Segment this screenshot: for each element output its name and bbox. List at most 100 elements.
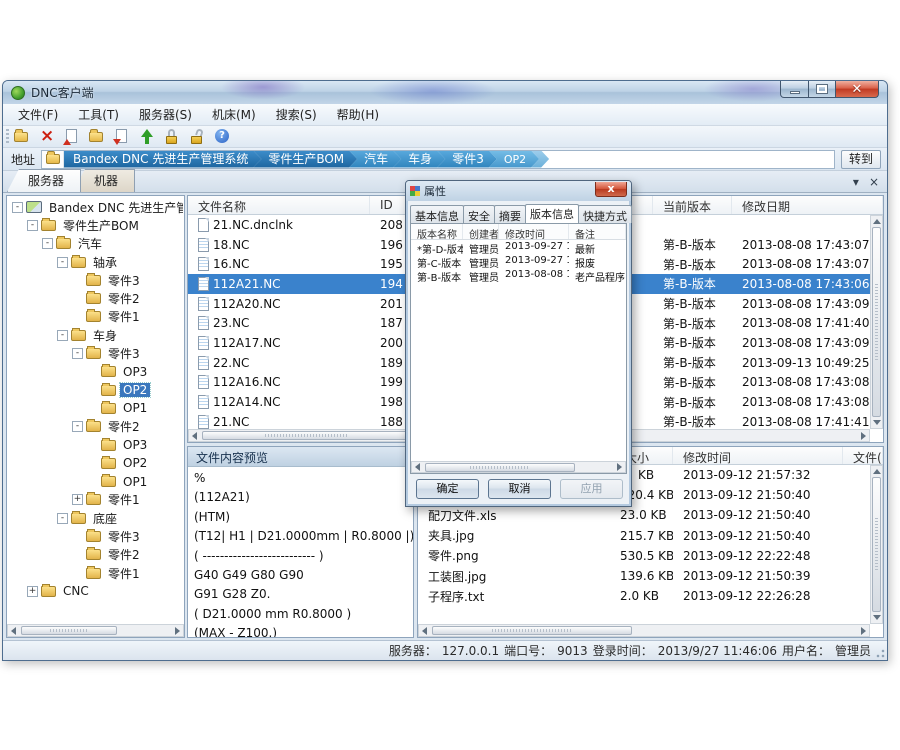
related-file-row[interactable]: 零件.png530.5 KB2013-09-12 22:22:48: [418, 546, 870, 566]
menu-item[interactable]: 帮助(H): [328, 104, 388, 125]
new-folder-icon[interactable]: [13, 128, 31, 145]
tree-item[interactable]: -底座: [8, 509, 183, 527]
scroll-right-icon[interactable]: [617, 463, 622, 471]
checkout-file-icon[interactable]: [113, 128, 131, 145]
column-header[interactable]: 修改时间: [673, 447, 843, 464]
scroll-right-icon[interactable]: [861, 432, 866, 440]
tree-item[interactable]: -轴承: [8, 253, 183, 271]
go-button[interactable]: 转到: [841, 150, 881, 169]
dialog-tab[interactable]: 摘要: [494, 205, 526, 223]
tree-item[interactable]: OP3: [8, 363, 183, 381]
tree-item[interactable]: 零件1: [8, 564, 183, 582]
expander-icon[interactable]: -: [27, 220, 38, 231]
column-header[interactable]: 修改日期: [732, 196, 883, 214]
menu-item[interactable]: 机床(M): [203, 104, 265, 125]
related-file-row[interactable]: 配刀文件.xls23.0 KB2013-09-12 21:50:40: [418, 505, 870, 525]
minimize-button[interactable]: [780, 81, 809, 98]
scroll-up-icon[interactable]: [873, 219, 881, 224]
tab-inactive[interactable]: 机器: [73, 169, 135, 192]
column-header[interactable]: 当前版本: [653, 196, 732, 214]
scroll-left-icon[interactable]: [192, 432, 197, 440]
help-icon[interactable]: [213, 128, 231, 145]
dialog-title-bar[interactable]: 属性 x: [406, 181, 631, 201]
panel-menu-icon[interactable]: ▾: [853, 175, 859, 189]
maximize-button[interactable]: [809, 81, 836, 98]
tree-item[interactable]: OP2: [8, 381, 183, 399]
cancel-button[interactable]: 取消: [488, 479, 551, 499]
tree-item[interactable]: OP1: [8, 472, 183, 490]
tree-item[interactable]: +零件1: [8, 491, 183, 509]
ok-button[interactable]: 确定: [416, 479, 479, 499]
expander-icon[interactable]: +: [27, 586, 38, 597]
related-vscrollbar[interactable]: [870, 465, 883, 624]
expander-icon[interactable]: -: [42, 238, 53, 249]
breadcrumb-segment[interactable]: 零件生产BOM: [253, 151, 357, 168]
scroll-right-icon[interactable]: [861, 627, 866, 635]
scroll-right-icon[interactable]: [175, 627, 180, 635]
close-button[interactable]: ✕: [836, 81, 879, 98]
tree-item[interactable]: 零件3: [8, 527, 183, 545]
tree-item[interactable]: OP2: [8, 454, 183, 472]
tree-item[interactable]: OP3: [8, 436, 183, 454]
column-header[interactable]: 版本名称: [411, 224, 463, 239]
column-header[interactable]: 备注: [569, 224, 626, 239]
panel-close-icon[interactable]: ×: [869, 175, 879, 189]
tree-item[interactable]: OP1: [8, 399, 183, 417]
dialog-tab[interactable]: 安全: [463, 205, 495, 223]
scroll-thumb[interactable]: [432, 626, 632, 635]
scroll-thumb[interactable]: [21, 626, 117, 635]
address-field[interactable]: Bandex DNC 先进生产管理系统零件生产BOM汽车车身零件3OP2: [41, 150, 835, 169]
version-row[interactable]: *第-D-版本管理员2013-09-27 14:...最新: [411, 240, 626, 254]
scroll-left-icon[interactable]: [422, 627, 427, 635]
tree-item[interactable]: -零件2: [8, 418, 183, 436]
expander-icon[interactable]: +: [72, 494, 83, 505]
expander-icon[interactable]: -: [57, 513, 68, 524]
tree-item[interactable]: -零件3: [8, 344, 183, 362]
tree-item[interactable]: -零件生产BOM: [8, 216, 183, 234]
tree-item[interactable]: -Bandex DNC 先进生产管理系统: [8, 198, 183, 216]
tree-item[interactable]: -汽车: [8, 235, 183, 253]
tree-item[interactable]: 零件2: [8, 289, 183, 307]
menu-item[interactable]: 服务器(S): [130, 104, 201, 125]
scroll-left-icon[interactable]: [415, 463, 420, 471]
column-header[interactable]: 修改时间: [499, 224, 569, 239]
related-file-row[interactable]: 夹具.jpg215.7 KB2013-09-12 21:50:40: [418, 526, 870, 546]
send-folder-icon[interactable]: [88, 128, 106, 145]
unlock-icon[interactable]: [188, 128, 206, 145]
tree-item[interactable]: +CNC: [8, 582, 183, 600]
version-row[interactable]: 第-C-版本管理员2013-09-27 14:...报废: [411, 254, 626, 268]
scroll-down-icon[interactable]: [873, 420, 881, 425]
scroll-down-icon[interactable]: [873, 615, 881, 620]
breadcrumb-segment[interactable]: Bandex DNC 先进生产管理系统: [64, 151, 261, 168]
scroll-thumb[interactable]: [425, 463, 575, 472]
related-file-row[interactable]: 工装图.jpg139.6 KB2013-09-12 21:50:39: [418, 566, 870, 586]
dialog-hscrollbar[interactable]: [411, 461, 626, 473]
tree-item[interactable]: 零件2: [8, 546, 183, 564]
upload-icon[interactable]: [138, 128, 156, 145]
related-hscrollbar[interactable]: [418, 624, 870, 637]
resize-grip-icon[interactable]: [873, 646, 885, 658]
column-header[interactable]: 创建者: [463, 224, 499, 239]
title-bar[interactable]: DNC客户端 ✕: [3, 81, 887, 104]
dialog-close-button[interactable]: x: [595, 182, 627, 197]
scroll-up-icon[interactable]: [873, 469, 881, 474]
scroll-left-icon[interactable]: [11, 627, 16, 635]
lock-icon[interactable]: [163, 128, 181, 145]
expander-icon[interactable]: -: [57, 257, 68, 268]
related-file-row[interactable]: 子程序.txt2.0 KB2013-09-12 22:26:28: [418, 586, 870, 606]
breadcrumb-segment[interactable]: 零件3: [437, 151, 497, 168]
column-header[interactable]: 文件名称: [188, 196, 370, 214]
tab-active[interactable]: 服务器: [7, 169, 81, 192]
dialog-tab[interactable]: 基本信息: [410, 205, 464, 223]
expander-icon[interactable]: -: [57, 330, 68, 341]
scroll-thumb[interactable]: [872, 477, 881, 612]
expander-icon[interactable]: -: [72, 348, 83, 359]
version-row[interactable]: 第-B-版本管理员2013-08-08 17:...老产品程序: [411, 268, 626, 282]
checkin-file-icon[interactable]: [63, 128, 81, 145]
scroll-thumb[interactable]: [872, 227, 881, 417]
tree-item[interactable]: 零件3: [8, 271, 183, 289]
tree-item[interactable]: 零件1: [8, 308, 183, 326]
file-list-vscrollbar[interactable]: [870, 215, 883, 429]
expander-icon[interactable]: -: [72, 421, 83, 432]
scroll-thumb[interactable]: [202, 431, 412, 440]
